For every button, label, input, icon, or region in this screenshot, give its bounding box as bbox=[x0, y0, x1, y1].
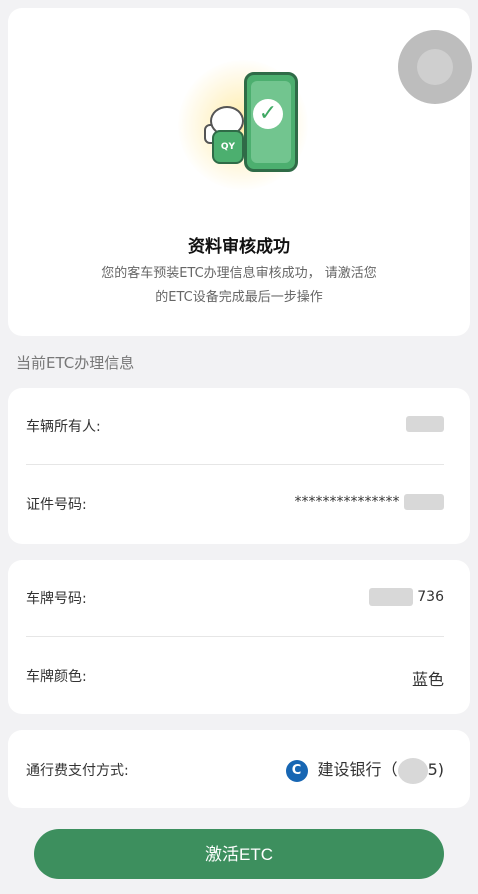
redacted-plate-prefix bbox=[368, 588, 413, 606]
plate-value: 736 bbox=[368, 588, 444, 606]
id-number-masked: *************** bbox=[294, 494, 400, 510]
plate-color-label: 车牌颜色: bbox=[26, 669, 87, 685]
id-value: *************** bbox=[295, 494, 444, 510]
card-suffix: 5) bbox=[427, 760, 444, 779]
floating-assistive-button[interactable] bbox=[398, 30, 472, 104]
ccb-bank-icon: C bbox=[285, 759, 308, 782]
activate-etc-button[interactable]: 激活ETC bbox=[34, 829, 444, 879]
section-title: 当前ETC办理信息 bbox=[16, 354, 135, 372]
success-illustration: ✓ QY bbox=[166, 60, 316, 200]
redacted-owner-name bbox=[406, 416, 444, 432]
payment-label: 通行费支付方式: bbox=[26, 763, 129, 779]
owner-info-card bbox=[8, 388, 470, 544]
check-icon: ✓ bbox=[253, 99, 283, 129]
plate-info-card bbox=[8, 560, 470, 714]
floating-button-inner bbox=[417, 49, 453, 85]
divider bbox=[26, 636, 444, 637]
payment-row[interactable]: 通行费支付方式: C 建设银行（ 5) bbox=[26, 757, 444, 784]
divider bbox=[26, 464, 444, 465]
id-row: 证件号码: *************** bbox=[26, 494, 444, 518]
plate-color-row: 车牌颜色: 蓝色 bbox=[26, 666, 444, 690]
owner-value bbox=[406, 416, 444, 432]
mascot-icon: QY bbox=[204, 106, 246, 168]
plate-label: 车牌号码: bbox=[26, 591, 87, 607]
success-title: 资料审核成功 bbox=[188, 237, 290, 257]
redacted-card-number bbox=[397, 757, 428, 784]
description-line-2: 的ETC设备完成最后一步操作 bbox=[155, 290, 323, 305]
plate-suffix: 736 bbox=[417, 589, 444, 605]
plate-color-value: 蓝色 bbox=[411, 670, 444, 689]
phone-icon: ✓ bbox=[244, 72, 298, 172]
id-label: 证件号码: bbox=[26, 497, 87, 513]
plate-row: 车牌号码: 736 bbox=[26, 588, 444, 612]
redacted-id-tail bbox=[404, 494, 444, 510]
payment-value: C 建设银行（ 5) bbox=[285, 756, 444, 784]
mascot-badge: QY bbox=[212, 130, 244, 164]
success-description: 您的客车预装ETC办理信息审核成功， 请激活您 的ETC设备完成最后一步操作 bbox=[68, 262, 410, 310]
owner-label: 车辆所有人: bbox=[26, 419, 101, 435]
description-line-1: 您的客车预装ETC办理信息审核成功， 请激活您 bbox=[101, 266, 377, 281]
bank-name: 建设银行 bbox=[317, 760, 382, 779]
owner-row: 车辆所有人: bbox=[26, 416, 444, 440]
card-prefix: （ bbox=[381, 760, 398, 779]
